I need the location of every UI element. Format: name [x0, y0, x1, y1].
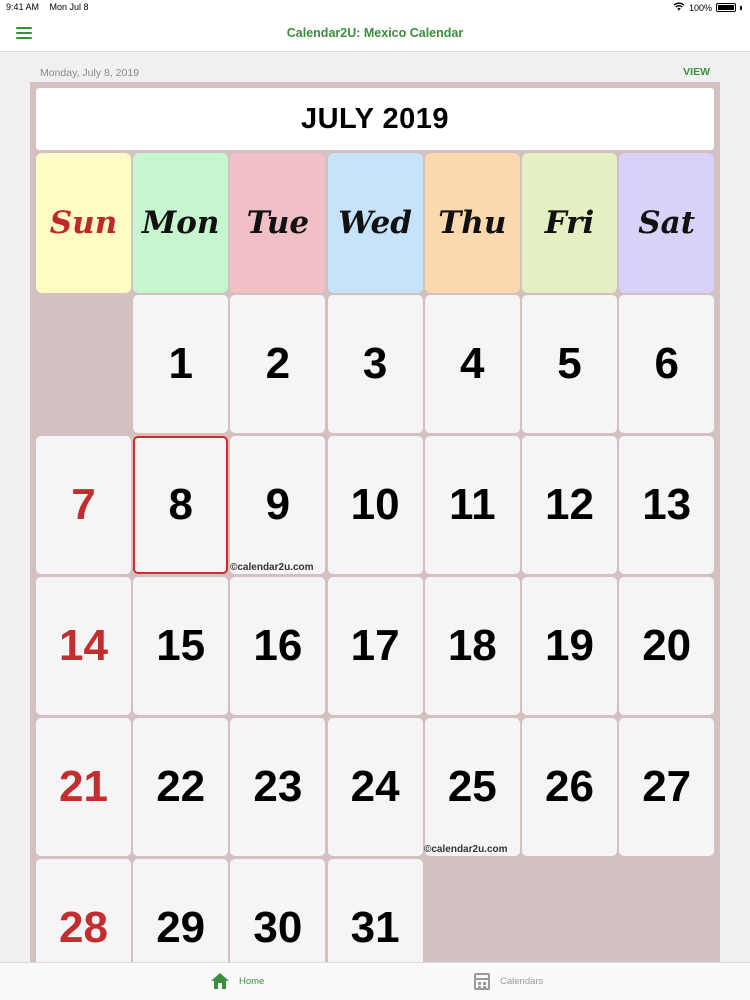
page-title: Calendar2U: Mexico Calendar — [286, 26, 464, 40]
weekday-header-thu: Thu — [424, 153, 520, 293]
day-cell[interactable]: 10 — [327, 436, 423, 574]
day-cell[interactable]: 23 — [230, 718, 326, 856]
home-icon — [211, 973, 229, 989]
day-cell[interactable]: 3 — [327, 295, 423, 433]
day-cell[interactable]: 22 — [133, 718, 229, 856]
wifi-icon — [673, 2, 685, 13]
day-cell[interactable]: 12 — [522, 436, 617, 574]
weekday-header-sun: Sun — [36, 153, 131, 293]
day-cell[interactable]: 4 — [424, 295, 520, 433]
status-bar: 9:41 AM Mon Jul 8 100% — [0, 0, 750, 16]
tab-calendars-label: Calendars — [500, 976, 544, 987]
day-cell[interactable]: 20 — [619, 577, 715, 715]
day-cell[interactable]: 21 — [36, 718, 131, 856]
month-title: JULY 2019 — [36, 88, 714, 150]
watermark-text: ©calendar2u.com — [424, 844, 508, 855]
watermark-text: ©calendar2u.com — [230, 562, 314, 573]
day-cell[interactable]: 16 — [230, 577, 326, 715]
calendar-icon — [474, 973, 490, 990]
weekday-header-tue: Tue — [230, 153, 326, 293]
weekday-header-sat: Sat — [619, 153, 715, 293]
nav-bar: Calendar2U: Mexico Calendar — [0, 16, 750, 52]
selected-date-label: Monday, July 8, 2019 — [40, 67, 140, 79]
status-time: 9:41 AM — [6, 2, 40, 12]
view-button[interactable]: VIEW — [683, 66, 710, 78]
day-cell[interactable]: 9 — [230, 436, 326, 574]
status-right: 100% — [673, 2, 742, 13]
day-cell[interactable]: 19 — [522, 577, 617, 715]
day-cell[interactable]: 15 — [133, 577, 229, 715]
day-cell[interactable]: 26 — [522, 718, 617, 856]
day-cell-today[interactable]: 8 — [133, 436, 229, 574]
day-cell[interactable]: 13 — [619, 436, 715, 574]
battery-icon — [716, 3, 736, 12]
day-cell[interactable]: 5 — [522, 295, 617, 433]
day-cell[interactable]: 29 — [133, 859, 229, 962]
day-cell[interactable]: 25 — [424, 718, 520, 856]
day-cell[interactable]: 31 — [327, 859, 423, 962]
battery-percent: 100% — [688, 2, 712, 13]
tab-home[interactable]: Home — [211, 973, 264, 989]
battery-tip — [740, 5, 742, 10]
tab-home-label: Home — [239, 975, 265, 987]
month-calendar: JULY 2019 Sun Mon Tue Wed Thu Fri Sat 1 2 3 4 5 6 7 8 9… — [30, 82, 720, 962]
day-cell[interactable]: 17 — [327, 577, 423, 715]
weekday-header-mon: Mon — [133, 153, 229, 293]
weekday-header-fri: Fri — [522, 153, 617, 293]
day-cell[interactable]: 24 — [327, 718, 423, 856]
day-cell[interactable]: 27 — [619, 718, 715, 856]
status-date: Mon Jul 8 — [49, 2, 89, 12]
day-cell[interactable]: 6 — [619, 295, 715, 433]
weekday-header-wed: Wed — [327, 153, 423, 293]
day-cell[interactable]: 30 — [230, 859, 326, 962]
status-left: 9:41 AM Mon Jul 8 — [6, 2, 97, 12]
day-cell[interactable]: 2 — [230, 295, 326, 433]
day-cell[interactable]: 18 — [424, 577, 520, 715]
day-cell[interactable]: 11 — [424, 436, 520, 574]
tab-calendars[interactable]: Calendars — [474, 973, 543, 990]
day-cell[interactable]: 14 — [36, 577, 131, 715]
day-cell[interactable]: 28 — [36, 859, 131, 962]
day-cell[interactable]: 1 — [133, 295, 229, 433]
day-cell[interactable]: 7 — [36, 436, 131, 574]
tab-bar: Home Calendars — [0, 962, 750, 1000]
